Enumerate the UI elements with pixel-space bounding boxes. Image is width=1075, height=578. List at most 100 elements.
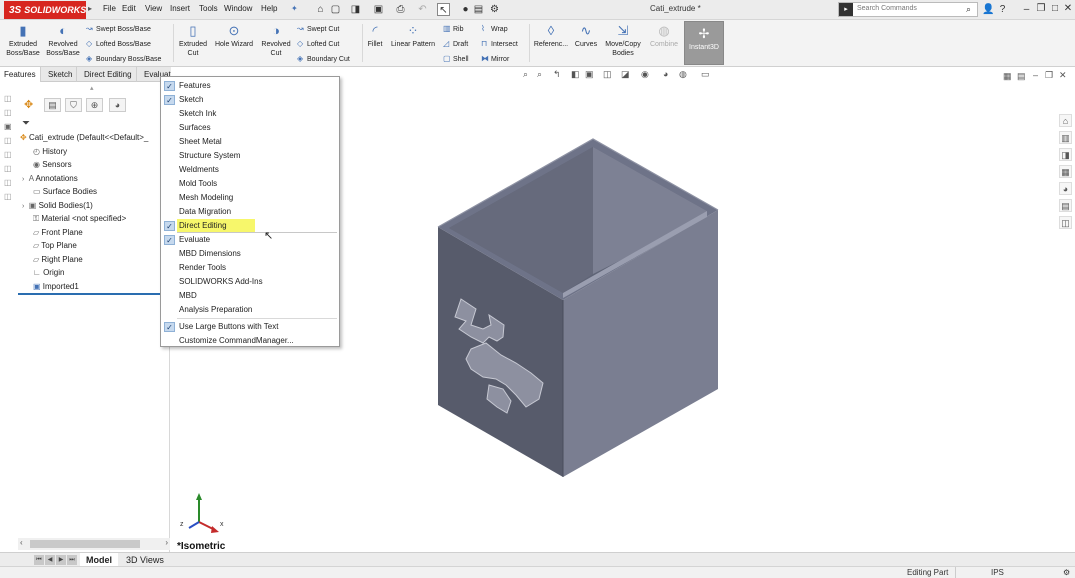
pin-icon[interactable]: ✦ [291, 4, 298, 13]
menu-item-structure-system[interactable]: Structure System [161, 149, 339, 163]
tab-direct-editing[interactable]: Direct Editing [80, 67, 137, 82]
previous-view-icon[interactable]: ↰ [553, 69, 561, 80]
design-library-icon[interactable]: ▥ [1059, 131, 1072, 144]
print-icon[interactable]: ⎙ [394, 3, 407, 16]
strip-icon-6[interactable]: ◫ [4, 164, 14, 173]
menu-edit[interactable]: Edit [122, 4, 136, 13]
menu-item-analysis-preparation[interactable]: Analysis Preparation [161, 303, 339, 317]
shell-button[interactable]: ▢ Shell [443, 54, 469, 63]
save-icon[interactable]: ▣ [372, 3, 385, 16]
view-settings-icon[interactable]: ▭ [701, 69, 710, 80]
menu-item-render-tools[interactable]: Render Tools [161, 261, 339, 275]
minimize-icon[interactable]: – [1020, 3, 1033, 16]
file-explorer-icon[interactable]: ◨ [1059, 148, 1072, 161]
revolved-cut-button[interactable]: ◑ Revolved Cut [258, 23, 294, 58]
restore-icon[interactable]: ❐ [1034, 2, 1048, 16]
hide-show-items-icon[interactable]: ◉ [641, 69, 649, 80]
tree-item-top-plane[interactable]: ▱ Top Plane [33, 241, 77, 250]
strip-icon-8[interactable]: ◫ [4, 192, 14, 201]
first-tab-icon[interactable]: ⏮ [34, 555, 44, 565]
view-orientation-icon[interactable]: ◫ [603, 69, 612, 80]
search-input[interactable]: Search Commands [857, 5, 917, 12]
menu-item-mbd[interactable]: MBD [161, 289, 339, 303]
tree-item-solid-bodies[interactable]: › ▣ Solid Bodies(1) [22, 201, 93, 210]
appearances-icon[interactable]: ◕ [1059, 182, 1072, 195]
menu-item-features[interactable]: ✓ Features [161, 79, 339, 93]
menu-insert[interactable]: Insert [170, 4, 190, 13]
swept-cut-button[interactable]: ↝ Swept Cut [297, 24, 339, 33]
last-tab-icon[interactable]: ⏭ [67, 555, 77, 565]
strip-icon-2[interactable]: ◫ [4, 108, 14, 117]
open-icon[interactable]: ◨ [349, 3, 362, 16]
search-commands-box[interactable]: ▸ Search Commands ⌕ [838, 2, 978, 17]
menu-item-mesh-modeling[interactable]: Mesh Modeling [161, 191, 339, 205]
strip-icon-7[interactable]: ◫ [4, 178, 14, 187]
close-icon[interactable]: ✕ [1061, 2, 1075, 16]
display-style-icon[interactable]: ◪ [621, 69, 630, 80]
wrap-button[interactable]: ⌇ Wrap [481, 24, 508, 33]
mirror-button[interactable]: ⧓ Mirror [481, 54, 509, 63]
viewport-restore-icon[interactable]: ❐ [1045, 70, 1053, 81]
status-settings-icon[interactable]: ⚙ [1063, 568, 1070, 577]
view-palette-icon[interactable]: ▦ [1059, 165, 1072, 178]
property-manager-tab-icon[interactable]: ▤ [44, 98, 61, 112]
menu-item-use-large-buttons-with-text[interactable]: ✓ Use Large Buttons with Text [161, 320, 339, 334]
tree-item-annotations[interactable]: › A Annotations [22, 174, 78, 183]
menu-view[interactable]: View [145, 4, 162, 13]
tree-root-part[interactable]: ✥ Cati_extrude (Default<<Default>_ [20, 133, 148, 142]
revolved-boss-button[interactable]: ◐ Revolved Boss/Base [44, 23, 82, 58]
instant3d-button[interactable]: ✢ Instant3D [684, 21, 724, 65]
undo-icon[interactable]: ↶ [416, 3, 429, 16]
dynamic-annotation-icon[interactable]: ▣ [585, 69, 594, 80]
tab-model[interactable]: Model [80, 553, 118, 567]
menu-tools[interactable]: Tools [199, 4, 218, 13]
tree-item-material[interactable]: ⚿ Material <not specified> [33, 214, 126, 224]
extruded-boss-button[interactable]: ▮ Extruded Boss/Base [4, 23, 42, 58]
tree-item-imported1[interactable]: ▣ Imported1 [33, 282, 79, 291]
pane-tile-icon[interactable]: ▤ [1017, 71, 1026, 82]
prev-tab-icon[interactable]: ◀ [45, 555, 55, 565]
move-copy-bodies-button[interactable]: ⇲ Move/Copy Bodies [601, 23, 645, 58]
select-arrow-icon[interactable]: ↖ [437, 3, 450, 16]
tree-item-origin[interactable]: ∟ Origin [33, 268, 64, 277]
intersect-button[interactable]: ⊓ Intersect [481, 39, 518, 48]
filter-icon[interactable]: ⏷ [22, 118, 30, 129]
tab-3d-views[interactable]: 3D Views [120, 553, 170, 567]
scroll-right-icon[interactable]: › [165, 538, 168, 547]
strip-icon-4[interactable]: ◫ [4, 136, 14, 145]
combine-button[interactable]: ◍ Combine [646, 23, 682, 49]
menu-item-solidworks-add-ins[interactable]: SOLIDWORKS Add-Ins [161, 275, 339, 289]
rib-button[interactable]: ▥ Rib [443, 24, 464, 33]
dimxpert-manager-tab-icon[interactable]: ⊕ [86, 98, 103, 112]
menu-item-evaluate[interactable]: ✓ Evaluate [161, 233, 339, 247]
draft-button[interactable]: ◿ Draft [443, 39, 468, 48]
file-properties-icon[interactable]: ▤ [472, 3, 485, 16]
expand-arrow-icon[interactable]: › [22, 203, 24, 210]
menu-item-mbd-dimensions[interactable]: MBD Dimensions [161, 247, 339, 261]
solidworks-resources-icon[interactable]: ⌂ [1059, 114, 1072, 127]
next-tab-icon[interactable]: ▶ [56, 555, 66, 565]
custom-properties-icon[interactable]: ▤ [1059, 199, 1072, 212]
scrollbar-thumb[interactable] [30, 540, 140, 548]
strip-icon-5[interactable]: ◫ [4, 150, 14, 159]
menu-item-sketch[interactable]: ✓ Sketch [161, 93, 339, 107]
expand-arrow-icon[interactable]: › [22, 176, 24, 183]
status-units[interactable]: IPS [991, 568, 1004, 577]
linear-pattern-button[interactable]: ⁘ Linear Pattern [388, 23, 438, 49]
display-manager-tab-icon[interactable]: ◕ [109, 98, 126, 112]
maximize-icon[interactable]: □ [1048, 2, 1062, 16]
menu-expand-arrow-icon[interactable]: ▸ [88, 4, 92, 13]
menu-item-direct-editing[interactable]: ✓ Direct Editing [161, 219, 339, 233]
new-document-icon[interactable]: ▢ [329, 3, 342, 16]
menu-item-weldments[interactable]: Weldments [161, 163, 339, 177]
tree-item-right-plane[interactable]: ▱ Right Plane [33, 255, 83, 264]
menu-item-sheet-metal[interactable]: Sheet Metal [161, 135, 339, 149]
horizontal-scrollbar[interactable]: ‹ › [18, 538, 170, 550]
boundary-cut-button[interactable]: ◈ Boundary Cut [297, 54, 350, 63]
search-type-icon[interactable]: ▸ [839, 3, 853, 16]
boundary-boss-button[interactable]: ◈ Boundary Boss/Base [86, 54, 161, 63]
menu-item-sketch-ink[interactable]: Sketch Ink [161, 107, 339, 121]
zoom-to-fit-icon[interactable]: ⌕ [523, 69, 528, 80]
zoom-to-area-icon[interactable]: ⌕ [537, 69, 542, 80]
tab-features[interactable]: Features [0, 67, 41, 82]
